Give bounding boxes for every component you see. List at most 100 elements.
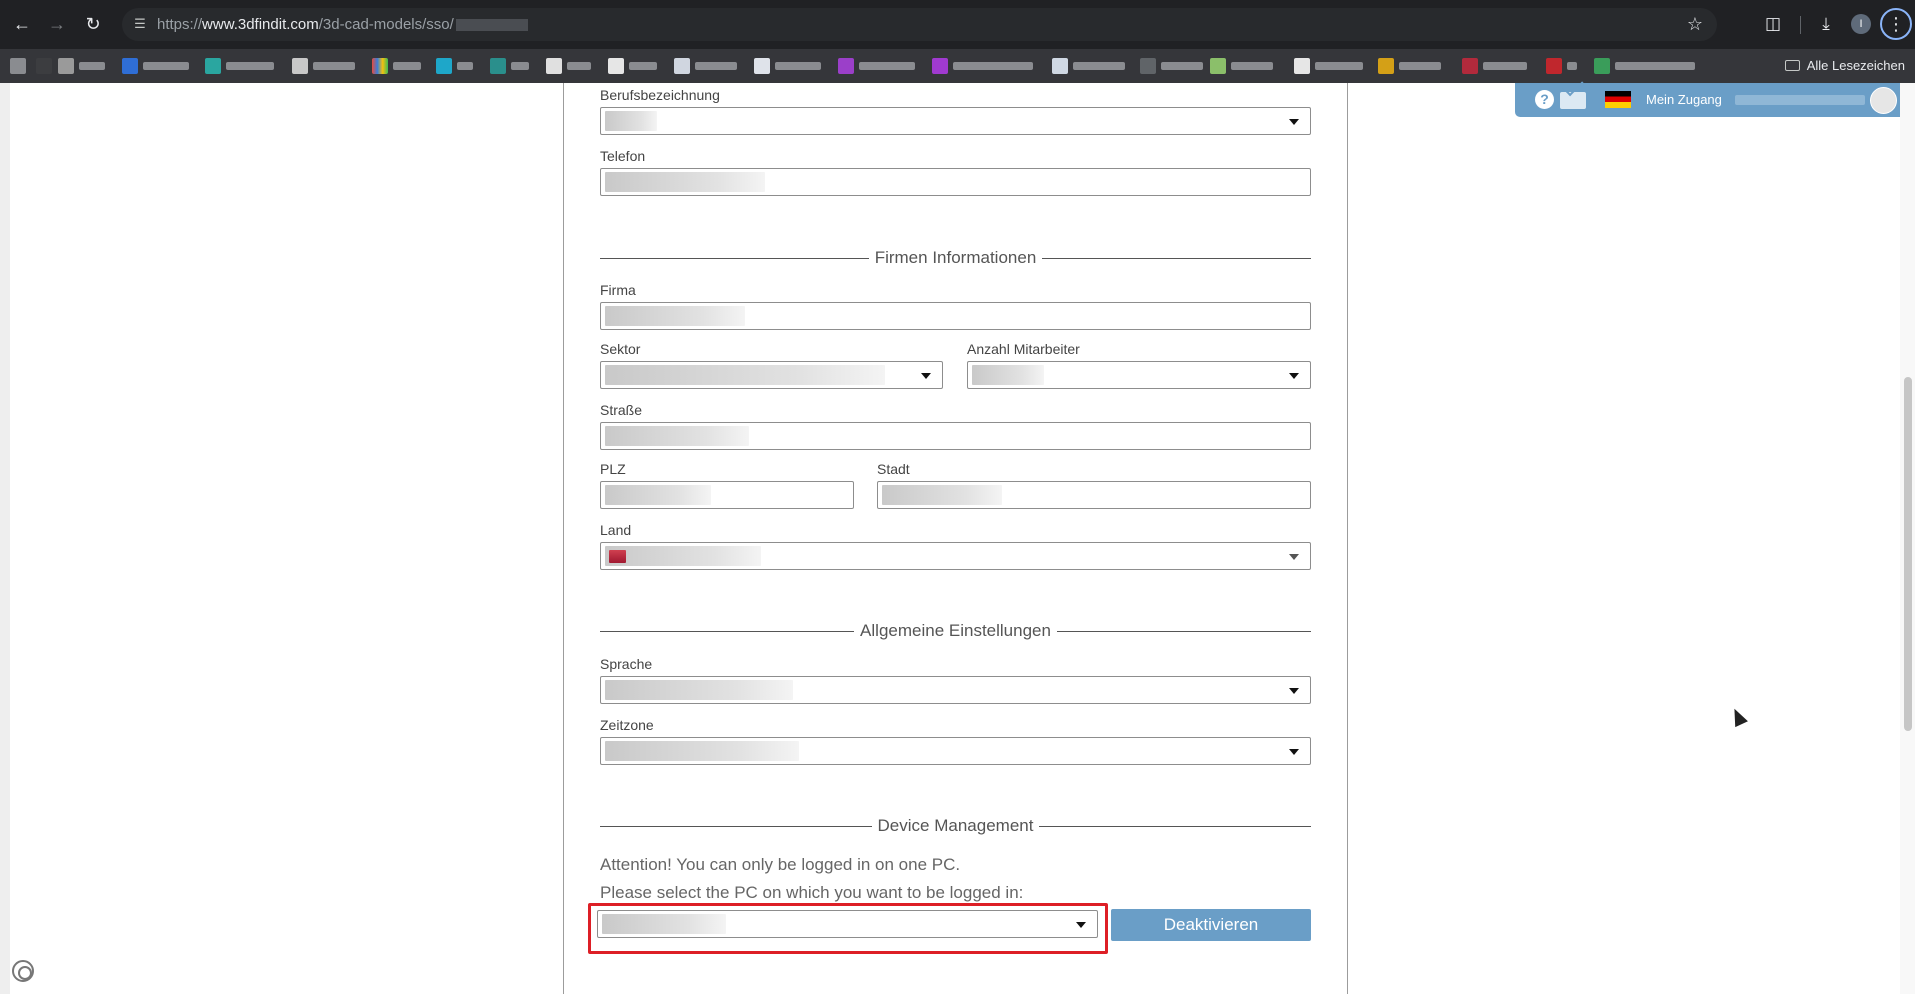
redacted-value xyxy=(882,485,1002,505)
bookmark-item[interactable] xyxy=(436,57,476,75)
job-title-select[interactable] xyxy=(600,107,1311,135)
company-label: Firma xyxy=(600,282,636,298)
chevron-down-icon xyxy=(1289,554,1299,560)
bookmark-item[interactable] xyxy=(932,57,1036,75)
help-icon[interactable]: ? xyxy=(1535,90,1554,109)
device-select[interactable] xyxy=(597,910,1098,938)
redacted-value xyxy=(605,306,745,326)
redacted-value xyxy=(605,680,793,700)
street-input[interactable] xyxy=(600,422,1311,450)
redacted-value xyxy=(972,365,1044,385)
page-scrollbar[interactable] xyxy=(1900,83,1915,994)
all-bookmarks-button[interactable]: Alle Lesezeichen xyxy=(1784,49,1905,83)
phone-input[interactable] xyxy=(600,168,1311,196)
section-general-settings: Allgemeine Einstellungen xyxy=(600,619,1311,643)
redacted-value xyxy=(605,172,765,192)
bookmark-item[interactable] xyxy=(122,57,192,75)
bookmark-item[interactable] xyxy=(490,57,532,75)
bookmark-item[interactable] xyxy=(205,57,277,75)
download-icon[interactable]: ⤓ xyxy=(1814,12,1838,36)
forward-icon[interactable]: → xyxy=(45,12,69,36)
language-select[interactable] xyxy=(600,676,1311,704)
country-label: Land xyxy=(600,522,632,538)
job-title-label: Berufsbezeichnung xyxy=(600,87,720,103)
street-label: Straße xyxy=(600,402,643,418)
bookmarks-bar: Alle Lesezeichen xyxy=(0,49,1915,83)
url-text[interactable]: https://www.3dfindit.com/3d-cad-models/s… xyxy=(157,8,528,41)
redacted-value xyxy=(605,365,885,385)
mail-icon[interactable] xyxy=(1560,92,1586,109)
employees-label: Anzahl Mitarbeiter xyxy=(967,341,1080,357)
timezone-label: Zeitzone xyxy=(600,717,654,733)
bookmark-item[interactable] xyxy=(1462,57,1530,75)
sector-label: Sektor xyxy=(600,341,641,357)
redacted-value xyxy=(605,741,799,761)
employees-select[interactable] xyxy=(967,361,1311,389)
phone-label: Telefon xyxy=(600,148,646,164)
device-attention-text: Attention! You can only be logged in on … xyxy=(600,855,961,874)
bookmark-item[interactable] xyxy=(1294,57,1366,75)
section-company-info: Firmen Informationen xyxy=(600,246,1311,270)
chevron-down-icon xyxy=(1076,922,1086,928)
bookmark-item[interactable] xyxy=(1546,57,1580,75)
deactivate-button[interactable]: Deaktivieren xyxy=(1111,909,1311,941)
address-bar[interactable]: ☰ https://www.3dfindit.com/3d-cad-models… xyxy=(122,8,1717,41)
my-account-link[interactable]: Mein Zugang xyxy=(1646,83,1722,117)
extensions-icon[interactable]: ◫ xyxy=(1761,12,1785,36)
redacted-value xyxy=(605,426,749,446)
country-flag-icon xyxy=(609,550,626,563)
sector-select[interactable] xyxy=(600,361,943,389)
redacted-value xyxy=(602,914,726,934)
bookmark-item[interactable] xyxy=(546,57,594,75)
zip-label: PLZ xyxy=(600,461,626,477)
chevron-down-icon xyxy=(1289,119,1299,125)
folder-icon xyxy=(1784,60,1800,71)
device-instruction-text: Please select the PC on which you want t… xyxy=(600,883,1024,902)
profile-avatar[interactable]: I xyxy=(1851,14,1871,34)
page-viewport: Berufsbezeichnung Telefon Firmen Informa… xyxy=(0,83,1915,994)
account-bar: ? Mein Zugang xyxy=(1515,83,1907,117)
bookmark-star-icon[interactable]: ☆ xyxy=(1687,13,1703,35)
browser-toolbar: ← → ↻ ☰ https://www.3dfindit.com/3d-cad-… xyxy=(0,0,1915,49)
redacted-url-segment xyxy=(455,19,528,32)
chevron-down-icon xyxy=(1289,373,1299,379)
site-info-icon[interactable]: ☰ xyxy=(131,15,149,33)
avatar[interactable] xyxy=(1870,87,1897,114)
chevron-down-icon xyxy=(921,373,931,379)
language-label: Sprache xyxy=(600,656,653,672)
bookmark-item[interactable] xyxy=(1210,57,1276,75)
bookmark-item[interactable] xyxy=(1052,57,1128,75)
bookmark-item[interactable] xyxy=(838,57,918,75)
bookmark-item[interactable] xyxy=(372,57,424,75)
redacted-value xyxy=(605,546,761,566)
german-flag-icon[interactable] xyxy=(1605,91,1631,108)
bookmark-item[interactable] xyxy=(1594,57,1698,75)
bookmark-item[interactable] xyxy=(674,57,740,75)
redacted-value xyxy=(605,111,657,131)
zip-input[interactable] xyxy=(600,481,854,509)
browser-menu-icon[interactable]: ⋮ xyxy=(1880,8,1912,40)
bookmark-item[interactable] xyxy=(754,57,824,75)
city-label: Stadt xyxy=(877,461,910,477)
redacted-value xyxy=(605,485,711,505)
reload-icon[interactable]: ↻ xyxy=(81,12,105,36)
bookmark-item[interactable] xyxy=(1378,57,1444,75)
bookmark-item[interactable] xyxy=(58,57,110,75)
scrollbar-thumb[interactable] xyxy=(1904,377,1912,731)
chevron-down-icon xyxy=(1289,749,1299,755)
country-select[interactable] xyxy=(600,542,1311,570)
toolbar-separator xyxy=(1800,16,1801,34)
mouse-cursor-icon xyxy=(1728,705,1748,728)
city-input[interactable] xyxy=(877,481,1311,509)
chevron-down-icon xyxy=(1289,688,1299,694)
bookmark-item[interactable] xyxy=(1140,57,1206,75)
left-gutter xyxy=(0,83,10,994)
back-icon[interactable]: ← xyxy=(10,12,34,36)
company-input[interactable] xyxy=(600,302,1311,330)
bookmark-item[interactable] xyxy=(292,57,358,75)
section-device-management: Device Management xyxy=(600,814,1311,838)
redacted-username[interactable] xyxy=(1735,95,1865,105)
bookmark-item[interactable] xyxy=(608,57,660,75)
fingerprint-icon[interactable] xyxy=(12,960,34,982)
timezone-select[interactable] xyxy=(600,737,1311,765)
